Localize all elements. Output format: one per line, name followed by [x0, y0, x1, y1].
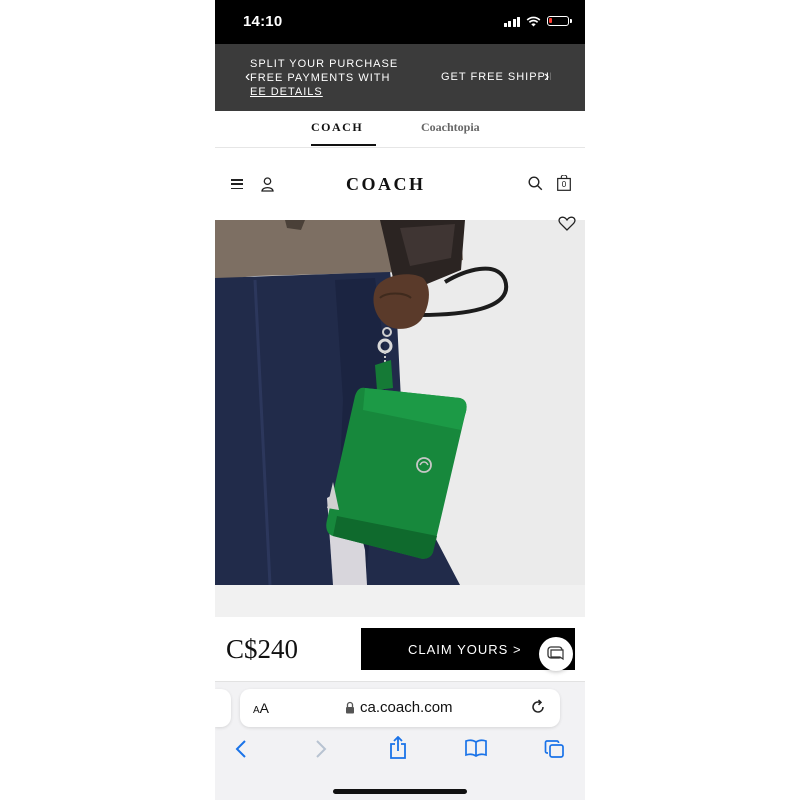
promo-next-arrow-icon[interactable]: ›	[544, 69, 549, 85]
promo-message-installments[interactable]: SPLIT YOUR PURCHASE FREE PAYMENTS WITH E…	[250, 57, 410, 99]
battery-level	[549, 18, 552, 23]
chat-button[interactable]	[539, 637, 573, 671]
product-photo	[215, 220, 585, 585]
lock-icon	[346, 701, 354, 714]
status-time: 14:10	[243, 13, 283, 30]
browser-toolbar: AA ca.coach.com	[215, 682, 585, 800]
wifi-icon	[526, 16, 541, 26]
reload-icon[interactable]	[530, 699, 546, 715]
back-icon[interactable]	[235, 739, 247, 759]
previous-tab-peek[interactable]	[215, 689, 231, 727]
promo-line-2: FREE PAYMENTS WITH	[250, 72, 391, 84]
share-icon[interactable]	[389, 736, 407, 760]
url-text[interactable]: ca.coach.com	[360, 699, 453, 716]
forward-icon[interactable]	[315, 739, 327, 759]
search-icon[interactable]	[528, 176, 543, 191]
promo-line-1: SPLIT YOUR PURCHASE	[250, 58, 399, 70]
status-bar: 14:10	[215, 0, 585, 44]
browser-nav-row	[215, 736, 585, 763]
text-size-button[interactable]: AA	[253, 700, 269, 716]
product-image[interactable]	[215, 220, 585, 585]
phone-screen: 14:10 ‹ SPLIT YOUR PURCHASE FREE PAYMENT…	[215, 0, 585, 800]
status-icons	[503, 14, 572, 28]
menu-icon[interactable]	[231, 179, 243, 189]
tabs-icon[interactable]	[544, 739, 565, 759]
promo-message-shipping[interactable]: GET FREE SHIPPIN	[441, 71, 551, 83]
promo-banner[interactable]: ‹ SPLIT YOUR PURCHASE FREE PAYMENTS WITH…	[215, 44, 585, 111]
chat-bubble-icon	[547, 646, 564, 661]
address-bar[interactable]: AA ca.coach.com	[240, 689, 560, 727]
bag-count: 0	[561, 180, 567, 189]
cellular-signal-icon	[503, 16, 520, 27]
tab-coach[interactable]: COACH	[311, 120, 363, 135]
user-icon[interactable]	[261, 177, 274, 192]
wishlist-heart-icon[interactable]	[558, 216, 576, 232]
shopping-bag-icon[interactable]: 0	[557, 175, 571, 191]
site-header: COACH 0	[215, 148, 585, 220]
tab-coachtopia[interactable]: Coachtopia	[421, 120, 480, 135]
promo-details-link[interactable]: EE DETAILS	[250, 85, 410, 99]
product-price: C$240	[226, 634, 299, 664]
home-indicator[interactable]	[333, 789, 467, 794]
image-gallery-gap	[215, 585, 585, 617]
battery-icon	[547, 16, 572, 26]
coach-logo[interactable]: COACH	[346, 174, 426, 195]
bookmarks-icon[interactable]	[465, 739, 487, 757]
active-tab-indicator	[311, 144, 376, 146]
brand-tabs: COACH Coachtopia	[215, 111, 585, 148]
purchase-bar: C$240 CLAIM YOURS >	[215, 617, 585, 682]
